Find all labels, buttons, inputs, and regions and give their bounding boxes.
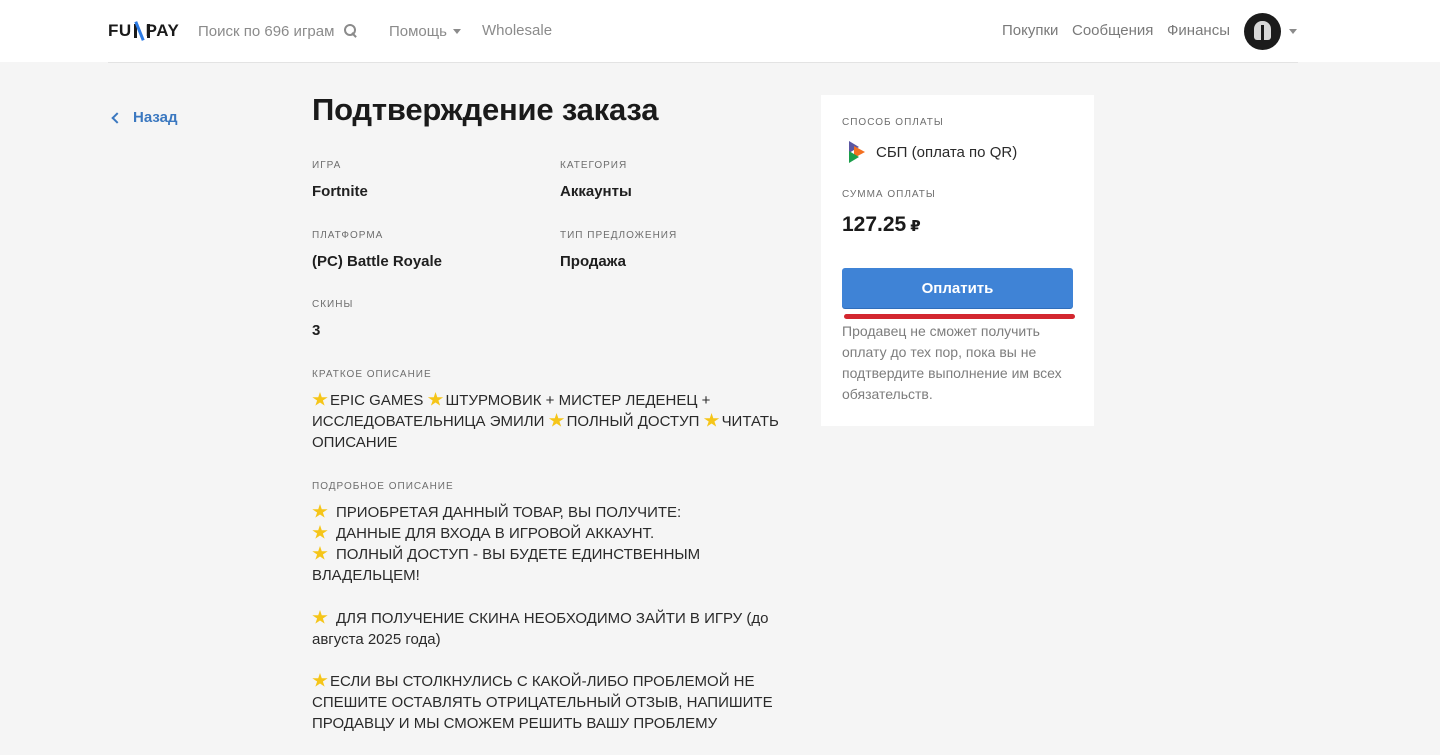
funpay-logo[interactable]: FU PAY xyxy=(108,20,179,42)
pay-button[interactable]: Оплатить xyxy=(842,268,1073,308)
nav-purchases-link[interactable]: Покупки xyxy=(1002,22,1058,39)
full-desc-line: ДАННЫЕ ДЛЯ ВХОДА В ИГРОВОЙ АККАУНТ. xyxy=(312,523,792,544)
currency-symbol: ₽ xyxy=(910,218,921,235)
category-label: КАТЕГОРИЯ xyxy=(560,160,628,171)
chevron-left-icon xyxy=(111,111,123,124)
help-menu[interactable]: Помощь xyxy=(389,22,461,40)
payment-method-value: СБП (оплата по QR) xyxy=(876,143,1018,161)
payment-sum: 127.25 ₽ xyxy=(842,213,921,237)
game-label: ИГРА xyxy=(312,160,342,171)
offer-type-label: ТИП ПРЕДЛОЖЕНИЯ xyxy=(560,230,678,241)
short-desc-label: КРАТКОЕ ОПИСАНИЕ xyxy=(312,369,432,380)
logo-text-left: FU xyxy=(108,21,132,40)
full-desc-line4: ДЛЯ ПОЛУЧЕНИЕ СКИНА НЕОБХОДИМО ЗАЙТИ В И… xyxy=(312,610,769,648)
short-desc-part1: EPIC GAMES xyxy=(330,392,424,409)
short-desc-part3: ПОЛНЫЙ ДОСТУП xyxy=(566,413,700,430)
nav-finance-link[interactable]: Финансы xyxy=(1167,22,1230,39)
search-box[interactable]: Поиск по 696 играм xyxy=(198,22,358,40)
payment-card: СПОСОБ ОПЛАТЫ СБП (оплата по QR) СУММА О… xyxy=(821,95,1094,426)
star-icon xyxy=(312,546,328,560)
chevron-down-icon[interactable] xyxy=(1289,29,1297,34)
full-desc-line3: ПОЛНЫЙ ДОСТУП - ВЫ БУДЕТЕ ЕДИНСТВЕННЫМ В… xyxy=(312,546,701,584)
category-value: Аккаунты xyxy=(560,183,632,200)
platform-value: (PC) Battle Royale xyxy=(312,253,443,270)
chevron-down-icon xyxy=(452,28,461,34)
full-desc-line: ПРИОБРЕТАЯ ДАННЫЙ ТОВАР, ВЫ ПОЛУЧИТЕ: xyxy=(312,502,792,523)
payment-method[interactable]: СБП (оплата по QR) xyxy=(848,141,1017,163)
nav-wholesale-link[interactable]: Wholesale xyxy=(482,22,552,39)
sbp-logo-icon xyxy=(848,141,867,163)
star-icon xyxy=(548,413,565,427)
star-icon xyxy=(312,673,328,687)
full-desc-line5: ЕСЛИ ВЫ СТОЛКНУЛИСЬ С КАКОЙ-ЛИБО ПРОБЛЕМ… xyxy=(312,673,773,732)
help-menu-label: Помощь xyxy=(389,22,447,40)
short-desc-text: EPIC GAMES ШТУРМОВИК + МИСТЕР ЛЕДЕНЕЦ + … xyxy=(312,390,782,453)
offer-type-value: Продажа xyxy=(560,253,626,270)
skins-value: 3 xyxy=(312,322,321,339)
star-icon xyxy=(312,392,328,406)
star-icon xyxy=(312,504,328,518)
full-desc-line1: ПРИОБРЕТАЯ ДАННЫЙ ТОВАР, ВЫ ПОЛУЧИТЕ: xyxy=(336,504,682,521)
star-icon xyxy=(312,525,328,539)
logo-text-right: PAY xyxy=(145,21,180,40)
full-desc-label: ПОДРОБНОЕ ОПИСАНИЕ xyxy=(312,481,454,492)
header-divider xyxy=(108,62,1298,63)
logo-n-glyph-icon xyxy=(133,23,150,39)
skins-label: СКИНЫ xyxy=(312,299,354,310)
full-desc-line: ДЛЯ ПОЛУЧЕНИЕ СКИНА НЕОБХОДИМО ЗАЙТИ В И… xyxy=(312,608,782,650)
top-header: FU PAY Поиск по 696 играм Помощь Wholesal… xyxy=(0,0,1440,62)
full-desc-line: ЕСЛИ ВЫ СТОЛКНУЛИСЬ С КАКОЙ-ЛИБО ПРОБЛЕМ… xyxy=(312,671,782,734)
page-title: Подтверждение заказа xyxy=(312,92,659,127)
back-link-label: Назад xyxy=(133,109,178,126)
payment-note: Продавец не сможет получить оплату до те… xyxy=(842,323,1062,402)
star-icon xyxy=(427,392,444,406)
game-value: Fortnite xyxy=(312,183,368,200)
star-icon xyxy=(312,610,328,624)
payment-method-label: СПОСОБ ОПЛАТЫ xyxy=(842,117,944,128)
search-icon[interactable] xyxy=(344,24,358,38)
full-desc-line: ПОЛНЫЙ ДОСТУП - ВЫ БУДЕТЕ ЕДИНСТВЕННЫМ В… xyxy=(312,544,732,586)
nav-messages-link[interactable]: Сообщения xyxy=(1072,22,1153,39)
star-icon xyxy=(703,413,720,427)
avatar[interactable] xyxy=(1244,13,1281,50)
full-desc-line2: ДАННЫЕ ДЛЯ ВХОДА В ИГРОВОЙ АККАУНТ. xyxy=(336,525,655,542)
back-link[interactable]: Назад xyxy=(110,109,177,126)
search-input[interactable]: Поиск по 696 играм xyxy=(198,23,334,40)
highlight-underline xyxy=(844,314,1075,319)
payment-sum-label: СУММА ОПЛАТЫ xyxy=(842,189,936,200)
payment-sum-value: 127.25 xyxy=(842,213,907,236)
platform-label: ПЛАТФОРМА xyxy=(312,230,384,241)
